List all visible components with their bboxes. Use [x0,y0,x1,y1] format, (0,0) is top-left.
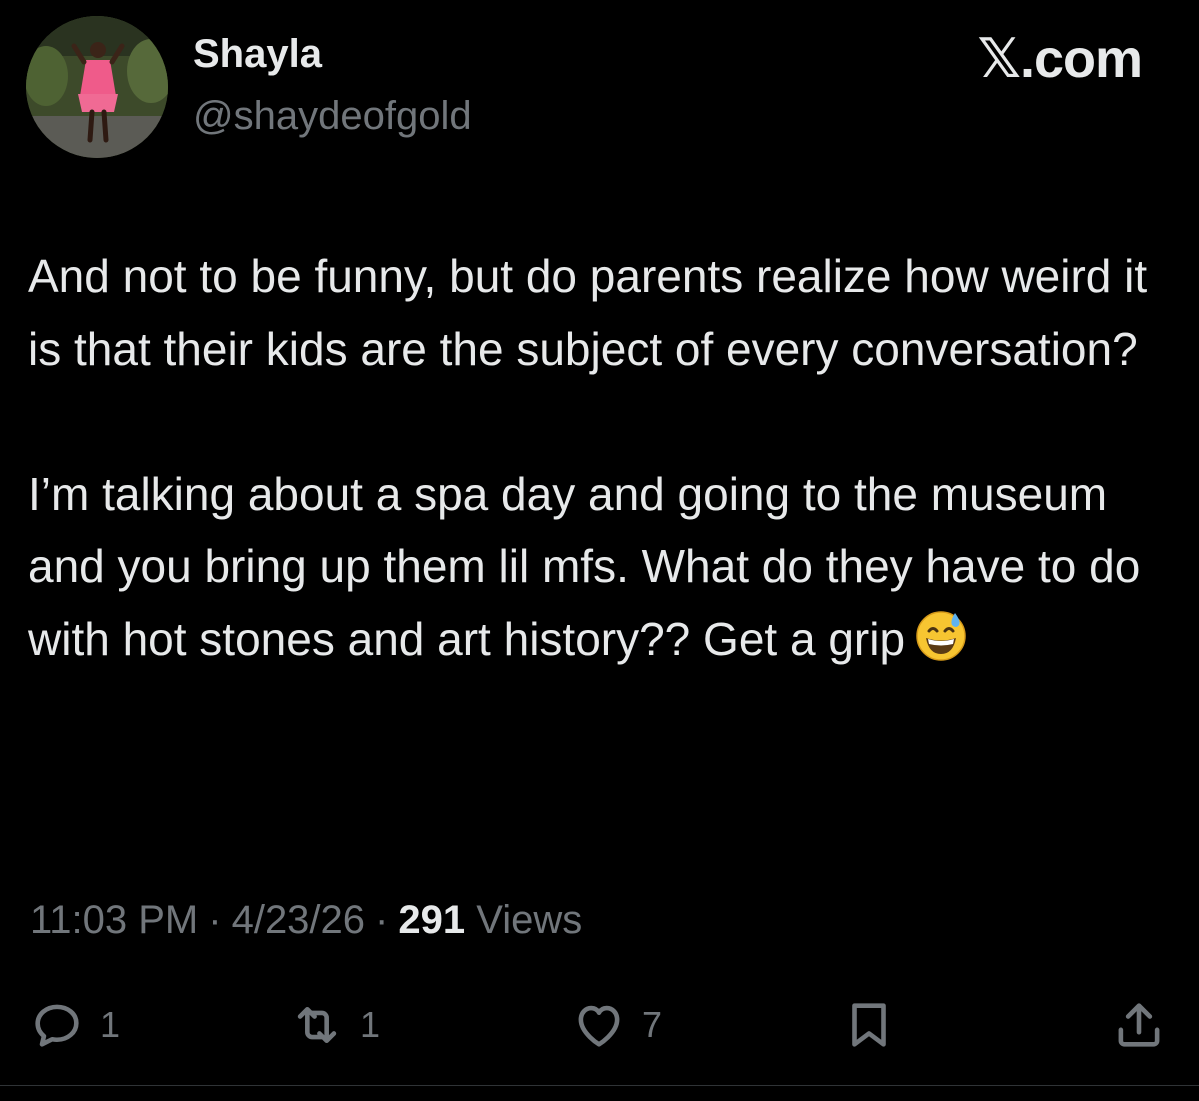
tweet-paragraph: And not to be funny, but do parents real… [28,250,1160,375]
separator-dot: · [208,898,222,942]
like-count: 7 [642,1004,663,1045]
avatar[interactable] [26,16,168,158]
share-button[interactable] [1110,995,1168,1055]
reply-button[interactable]: 1 [28,995,120,1055]
tweet-paragraph: I’m talking about a spa day and going to… [28,458,1178,676]
tweet-date[interactable]: 4/23/26 [232,898,365,942]
tweet-metadata: 11:03 PM · 4/23/26 · 291 Views [30,900,582,940]
views-count: 291 [398,898,466,942]
repost-icon [297,1006,337,1044]
author-handle[interactable]: @shaydeofgold [193,96,472,136]
tweet-paragraph-text: I’m talking about a spa day and going to… [28,467,1154,665]
like-button[interactable]: 7 [570,995,662,1055]
reply-icon [35,1004,79,1047]
tweet-text: And not to be funny, but do parents real… [28,240,1178,675]
author-display-name[interactable]: Shayla [193,34,322,74]
bottom-divider [0,1085,1199,1086]
brand-logo: 𝕏.com [977,29,1143,89]
views-label: Views [476,898,583,942]
action-bar: 1 1 7 [0,995,1199,1055]
repost-button[interactable]: 1 [288,995,380,1055]
separator-dot: · [375,898,389,942]
share-icon [1118,1003,1160,1047]
avatar-photo [26,16,168,158]
reply-count: 1 [100,1004,121,1045]
repost-count: 1 [360,1004,381,1045]
like-icon [578,1005,620,1047]
bookmark-icon [852,1003,886,1047]
bookmark-button[interactable] [840,995,898,1055]
tweet-time[interactable]: 11:03 PM [30,898,198,942]
grinning-face-with-sweat-icon [913,607,969,663]
